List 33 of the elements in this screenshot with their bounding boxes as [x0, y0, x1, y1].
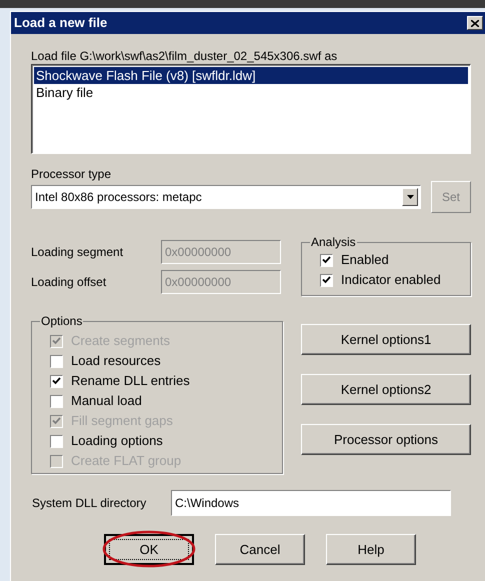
processor-type-label: Processor type: [31, 166, 112, 181]
checkbox[interactable]: [50, 434, 63, 448]
format-list[interactable]: Shockwave Flash File (v8) [swfldr.ldw] Binary file: [31, 64, 471, 154]
load-file-label: Load file G:\work\swf\as2\film_duster_02_545x306.swf as: [31, 48, 338, 63]
checkbox-label: Indicator enabled: [341, 271, 441, 290]
dialog-button[interactable]: Help: [326, 534, 416, 565]
dialog-button[interactable]: Cancel: [215, 534, 305, 565]
checkbox[interactable]: [320, 254, 333, 266]
dll-directory-field[interactable]: C:\Windows: [171, 490, 451, 516]
dll-directory-label: System DLL directory: [31, 495, 148, 512]
checkbox[interactable]: [50, 374, 63, 388]
options-button[interactable]: Kernel options1: [301, 324, 471, 355]
field-label: Loading offset: [31, 274, 108, 291]
group-title: Options: [40, 313, 84, 330]
options-button[interactable]: Processor options: [301, 424, 471, 455]
checkbox-label: Enabled: [341, 251, 389, 270]
processor-dropdown[interactable]: Intel 80x86 processors: metapc: [31, 185, 421, 209]
checkbox-label: Load resources: [71, 352, 161, 370]
close-icon: [471, 20, 479, 26]
dropdown-value: Intel 80x86 processors: metapc: [35, 189, 202, 206]
list-item[interactable]: Binary file: [34, 84, 468, 101]
checkbox-label: Rename DLL entries: [71, 372, 190, 390]
window-title: Load a new file: [14, 14, 108, 32]
checkbox-label: Manual load: [71, 392, 142, 410]
group-title: Analysis: [310, 234, 357, 251]
list-item[interactable]: Shockwave Flash File (v8) [swfldr.ldw]: [34, 67, 468, 84]
checkbox[interactable]: [320, 274, 333, 286]
checkbox-label: Loading options: [71, 432, 163, 450]
options-button[interactable]: Kernel options2: [301, 374, 471, 405]
close-button[interactable]: [467, 16, 483, 30]
checkbox[interactable]: [50, 394, 63, 408]
checkbox[interactable]: [50, 354, 63, 368]
field-label: Loading segment: [31, 244, 124, 261]
